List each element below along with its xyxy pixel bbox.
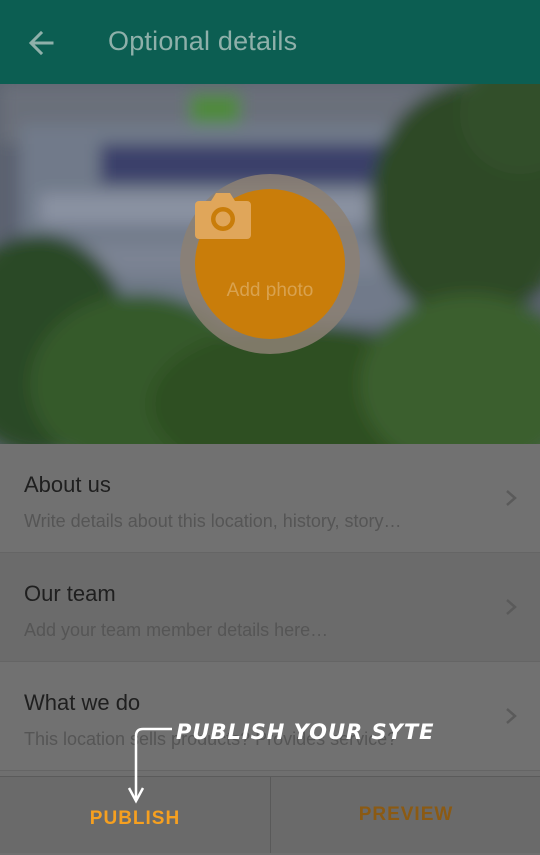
add-photo-button[interactable]: Add photo [195, 189, 345, 339]
list-item-title: About us [24, 472, 111, 497]
list-item-title: What we do [24, 690, 141, 715]
chevron-right-icon [506, 708, 517, 724]
app-bar: Optional details [0, 0, 540, 84]
list-item-about-us[interactable]: About us Write details about this locati… [0, 444, 540, 553]
list-item-subtitle: Add your team member details here… [24, 620, 329, 640]
list-item-our-team[interactable]: Our team Add your team member details he… [0, 553, 540, 662]
arrow-back-icon[interactable] [26, 28, 56, 58]
tutorial-callout: PUBLISH YOUR SYTE [176, 720, 435, 744]
list-item-what-we-do[interactable]: What we do This location sells products?… [0, 662, 540, 771]
add-photo-label: Add photo [226, 280, 314, 301]
list-item-subtitle: Write details about this location, histo… [24, 511, 402, 531]
callout-arrow-icon [127, 727, 172, 804]
chevron-right-icon [506, 490, 517, 506]
list-item-title: Our team [24, 581, 116, 606]
page-title: Optional details [108, 26, 298, 56]
cover-photo: Add photo [0, 84, 540, 444]
chevron-right-icon [506, 599, 517, 615]
bottom-action-bar: PUBLISH PREVIEW [0, 776, 540, 853]
preview-button[interactable]: PREVIEW [271, 777, 540, 855]
camera-icon [195, 193, 251, 239]
